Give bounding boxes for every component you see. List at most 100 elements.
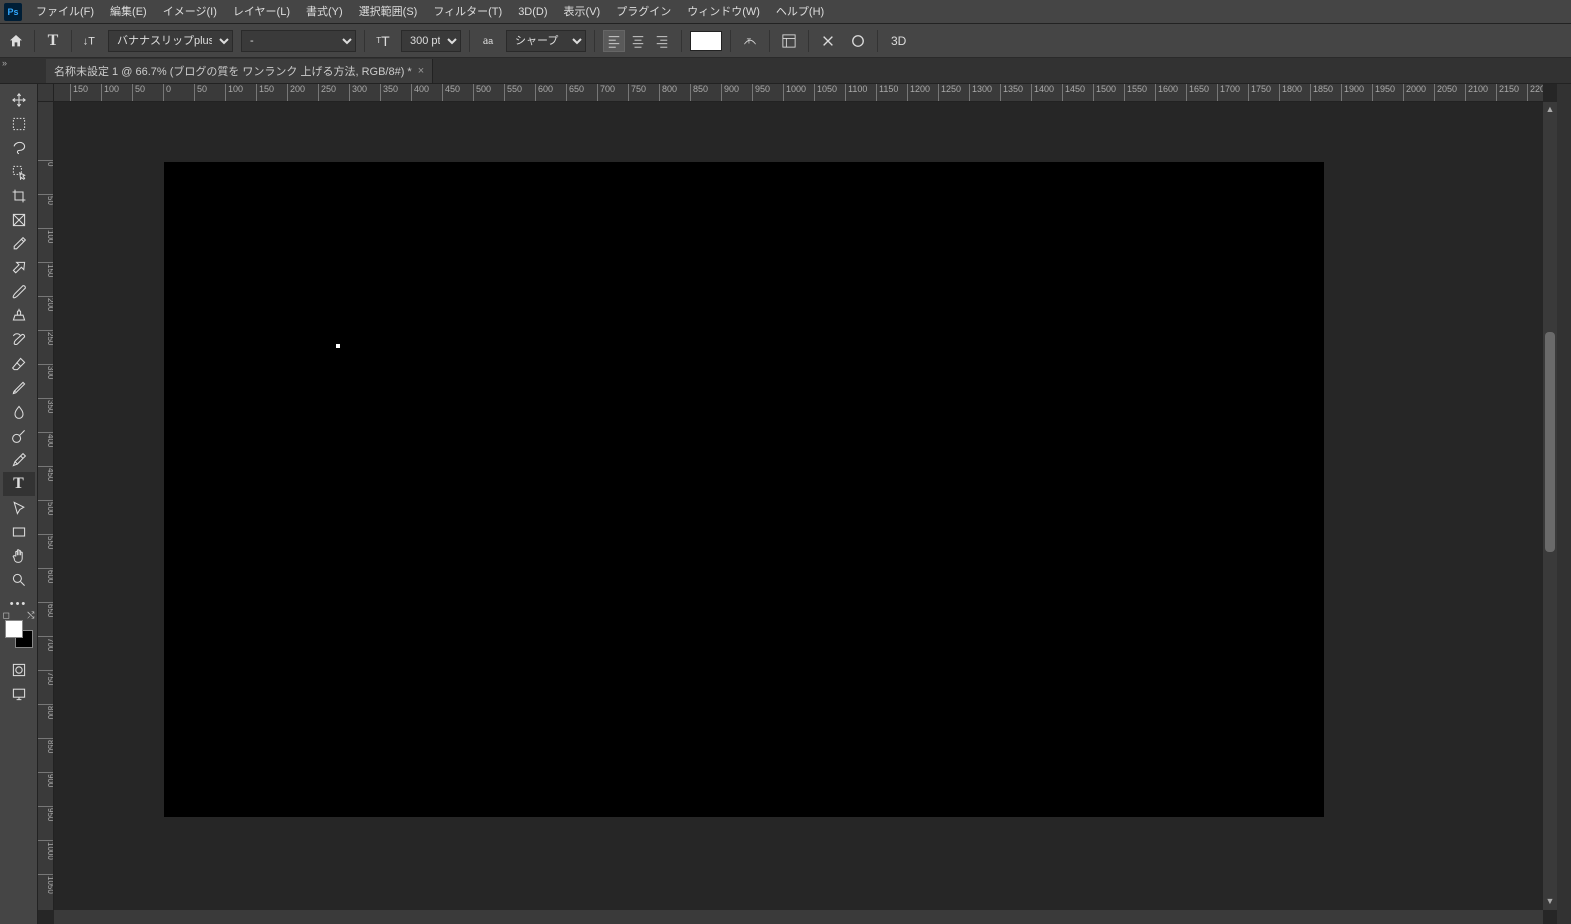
home-button[interactable] xyxy=(6,31,26,51)
menu-image[interactable]: イメージ(I) xyxy=(155,0,225,24)
text-color-swatch[interactable] xyxy=(690,31,722,51)
ruler-h-tick: 1000 xyxy=(783,84,806,102)
ruler-h-tick: 2100 xyxy=(1465,84,1488,102)
ruler-h-tick: 1550 xyxy=(1124,84,1147,102)
horizontal-scrollbar[interactable] xyxy=(54,910,1543,924)
scroll-up-arrow[interactable]: ▲ xyxy=(1545,104,1555,116)
ruler-origin[interactable] xyxy=(38,84,54,102)
character-panel-button[interactable] xyxy=(778,30,800,52)
move-tool[interactable] xyxy=(3,88,35,112)
menu-view[interactable]: 表示(V) xyxy=(556,0,609,24)
document-canvas[interactable] xyxy=(164,162,1324,817)
align-left-button[interactable] xyxy=(603,30,625,52)
lasso-tool[interactable] xyxy=(3,136,35,160)
cancel-button[interactable] xyxy=(817,30,839,52)
menu-3d[interactable]: 3D(D) xyxy=(510,0,555,24)
hand-tool[interactable] xyxy=(3,544,35,568)
ruler-v-tick: 1050 xyxy=(38,874,54,894)
color-swatches[interactable]: ◻ ⤭ xyxy=(5,620,33,648)
gradient-tool[interactable] xyxy=(3,376,35,400)
dodge-tool[interactable] xyxy=(3,424,35,448)
canvas-viewport[interactable] xyxy=(54,102,1543,910)
object-select-tool[interactable] xyxy=(3,160,35,184)
commit-button[interactable] xyxy=(847,30,869,52)
menu-file[interactable]: ファイル(F) xyxy=(28,0,102,24)
vertical-ruler[interactable]: 0501001502002503003504004505005506006507… xyxy=(38,102,54,910)
warp-text-button[interactable]: T xyxy=(739,30,761,52)
screen-mode-button[interactable] xyxy=(3,682,35,706)
history-brush-tool[interactable] xyxy=(3,328,35,352)
ruler-v-tick: 700 xyxy=(38,636,54,651)
align-right-button[interactable] xyxy=(651,30,673,52)
tab-close-icon[interactable]: × xyxy=(418,65,424,77)
font-family-select[interactable]: バナナスリップplus xyxy=(108,30,233,52)
ruler-h-tick: 650 xyxy=(566,84,584,102)
menu-window[interactable]: ウィンドウ(W) xyxy=(679,0,768,24)
ruler-v-tick: 250 xyxy=(38,330,54,345)
frame-tool[interactable] xyxy=(3,208,35,232)
type-tool-preset-icon[interactable]: T xyxy=(43,31,63,51)
ruler-h-tick: 50 xyxy=(132,84,145,102)
menu-bar: Ps ファイル(F) 編集(E) イメージ(I) レイヤー(L) 書式(Y) 選… xyxy=(0,0,1571,24)
eraser-tool[interactable] xyxy=(3,352,35,376)
vertical-scrollbar[interactable]: ▲ ▼ xyxy=(1543,102,1557,910)
ruler-h-tick: 1850 xyxy=(1310,84,1333,102)
clone-stamp-tool[interactable] xyxy=(3,304,35,328)
text-cursor[interactable] xyxy=(336,344,340,348)
blur-tool[interactable] xyxy=(3,400,35,424)
scroll-down-arrow[interactable]: ▼ xyxy=(1545,896,1555,908)
ruler-h-tick: 300 xyxy=(349,84,367,102)
path-select-tool[interactable] xyxy=(3,496,35,520)
healing-tool[interactable] xyxy=(3,256,35,280)
scroll-thumb[interactable] xyxy=(1545,332,1555,552)
eyedropper-tool[interactable] xyxy=(3,232,35,256)
ruler-v-tick: 650 xyxy=(38,602,54,617)
menu-plugin[interactable]: プラグイン xyxy=(608,0,679,24)
ruler-v-tick: 550 xyxy=(38,534,54,549)
font-size-select[interactable]: 300 pt xyxy=(401,30,461,52)
swap-colors-icon[interactable]: ⤭ xyxy=(27,610,34,621)
menu-filter[interactable]: フィルター(T) xyxy=(425,0,510,24)
ruler-h-tick: 850 xyxy=(690,84,708,102)
horizontal-ruler[interactable]: 1501005005010015020025030035040045050055… xyxy=(54,84,1543,102)
menu-help[interactable]: ヘルプ(H) xyxy=(768,0,832,24)
right-panel-strip[interactable] xyxy=(1557,84,1571,924)
antialias-select[interactable]: シャープ xyxy=(506,30,586,52)
align-center-button[interactable] xyxy=(627,30,649,52)
ruler-v-tick: 1000 xyxy=(38,840,54,860)
document-tab[interactable]: 名称未設定 1 @ 66.7% (ブログの質を ワンランク 上げる方法, RGB… xyxy=(46,59,433,83)
font-size-icon: TT xyxy=(373,31,393,51)
crop-tool[interactable] xyxy=(3,184,35,208)
menu-type[interactable]: 書式(Y) xyxy=(298,0,351,24)
ruler-h-tick: 200 xyxy=(287,84,305,102)
ruler-v-tick: 0 xyxy=(38,160,54,166)
ruler-h-tick: 1350 xyxy=(1000,84,1023,102)
menu-edit[interactable]: 編集(E) xyxy=(102,0,155,24)
zoom-tool[interactable] xyxy=(3,568,35,592)
ruler-h-tick: 150 xyxy=(70,84,88,102)
type-tool[interactable]: T xyxy=(3,472,35,496)
menu-select[interactable]: 選択範囲(S) xyxy=(351,0,426,24)
ruler-v-tick: 800 xyxy=(38,704,54,719)
app-logo[interactable]: Ps xyxy=(4,3,22,21)
ruler-h-tick: 450 xyxy=(442,84,460,102)
font-style-select[interactable]: - xyxy=(241,30,356,52)
pen-tool[interactable] xyxy=(3,448,35,472)
ruler-v-tick: 500 xyxy=(38,500,54,515)
marquee-tool[interactable] xyxy=(3,112,35,136)
quick-mask-button[interactable] xyxy=(3,658,35,682)
brush-tool[interactable] xyxy=(3,280,35,304)
ruler-h-tick: 400 xyxy=(411,84,429,102)
tools-panel: T ••• ◻ ⤭ xyxy=(0,84,38,924)
3d-button[interactable]: 3D xyxy=(886,30,911,52)
text-orientation-toggle[interactable]: ↓T xyxy=(80,31,100,51)
ruler-h-tick: 100 xyxy=(225,84,243,102)
ruler-v-tick: 850 xyxy=(38,738,54,753)
panel-toggle-icon[interactable]: » xyxy=(2,58,7,68)
ruler-h-tick: 350 xyxy=(380,84,398,102)
menu-layer[interactable]: レイヤー(L) xyxy=(225,0,298,24)
rectangle-tool[interactable] xyxy=(3,520,35,544)
ruler-h-tick: 0 xyxy=(163,84,171,102)
foreground-color[interactable] xyxy=(5,620,23,638)
ruler-h-tick: 1450 xyxy=(1062,84,1085,102)
